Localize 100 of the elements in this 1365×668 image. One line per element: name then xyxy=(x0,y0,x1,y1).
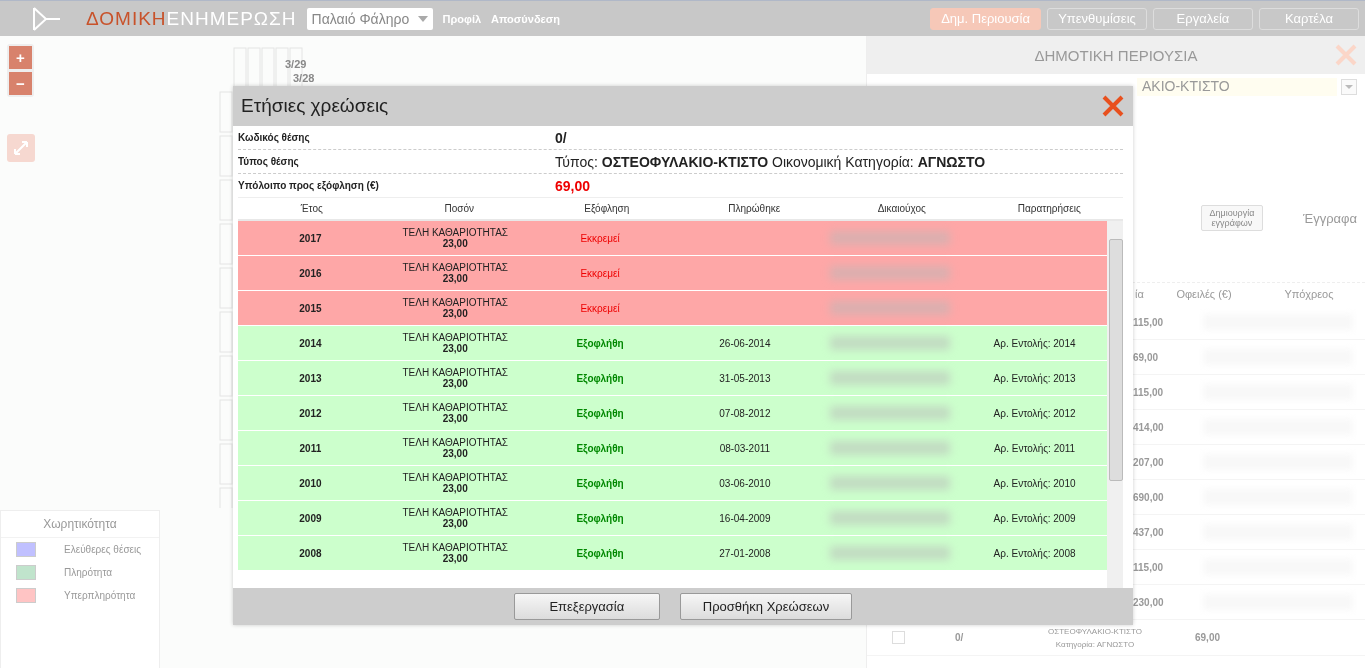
amount-cell: 23,00 xyxy=(442,378,468,389)
status-cell: Εκκρεμεί xyxy=(580,302,620,314)
amount-cell-text: 230,00 xyxy=(1133,596,1165,608)
status-cell: Εξοφλήθη xyxy=(576,512,624,524)
fee-type: ΤΕΛΗ ΚΑΘΑΡΙΟΤΗΤΑΣ xyxy=(402,227,509,238)
status-cell: Εξοφλήθη xyxy=(576,547,624,559)
field-label: Υπόλοιπο προς εξόφληση (€) xyxy=(238,180,380,191)
column-header: Δικαιούχος xyxy=(876,203,927,214)
year-cell-text: 2009 xyxy=(298,511,323,526)
area-select[interactable]: Παλαιό Φάληρο xyxy=(306,7,433,30)
fee-type: ΤΕΛΗ ΚΑΘΑΡΙΟΤΗΤΑΣ xyxy=(402,472,509,483)
year-cell-text: 2008 xyxy=(298,546,323,561)
amount-cell-text: 207,00 xyxy=(1133,456,1165,468)
amount-cell: 23,00 xyxy=(442,343,468,354)
date-cell: 31-05-2013 xyxy=(719,372,771,384)
date-cell: 07-08-2012 xyxy=(719,407,771,419)
close-icon[interactable] xyxy=(1102,95,1124,117)
notes-cell: Αρ. Εντολής: 2008 xyxy=(993,547,1076,559)
amount-cell: 23,00 xyxy=(442,518,468,529)
fee-type: ΤΕΛΗ ΚΑΘΑΡΙΟΤΗΤΑΣ xyxy=(402,262,509,273)
dialog-title: Ετήσιες χρεώσεις xyxy=(241,95,389,117)
legend-title: Χωρητικότητα xyxy=(1,511,159,538)
amount-cell-text: 414,00 xyxy=(1133,421,1165,433)
plot-label: 3/29 xyxy=(285,58,307,70)
column-header: Εξόφληση xyxy=(583,203,631,214)
amount-cell-text: 115,00 xyxy=(1133,316,1165,328)
dropdown-icon[interactable] xyxy=(1341,79,1357,95)
fee-type: ΤΕΛΗ ΚΑΘΑΡΙΟΤΗΤΑΣ xyxy=(402,437,509,448)
legend-label: Πληρότητα xyxy=(64,567,112,578)
create-documents-button[interactable]: Δημιουργία εγγράφων xyxy=(1200,205,1263,231)
fee-type: ΤΕΛΗ ΚΑΘΑΡΙΟΤΗΤΑΣ xyxy=(402,332,509,343)
notes-cell: Αρ. Εντολής: 2012 xyxy=(993,407,1076,419)
column-header: Υπόχρεος xyxy=(1283,288,1335,300)
year-cell-text: 2017 xyxy=(298,231,323,246)
column-header: Πληρώθηκε xyxy=(727,203,782,214)
field-value: 0/ xyxy=(555,129,567,146)
year-cell-text: 2014 xyxy=(298,336,323,351)
status-cell: Εκκρεμεί xyxy=(580,232,620,244)
column-header: Ποσόν xyxy=(443,203,475,214)
status-cell: Εκκρεμεί xyxy=(580,267,620,279)
field-label: Τύπος θέσης xyxy=(238,156,300,167)
notes-cell: Αρ. Εντολής: 2014 xyxy=(993,337,1076,349)
amount-cell: 23,00 xyxy=(442,308,468,319)
notes-cell: Αρ. Εντολής: 2011 xyxy=(993,442,1076,454)
field-value: Τύπος: ΟΣΤΕΟΦΥΛΑΚΙΟ-ΚΤΙΣΤΟ Οικονομική Κατηγορία: ΑΓΝΩΣΤΟ xyxy=(555,153,986,170)
amount-cell: 23,00 xyxy=(442,273,468,284)
row-checkbox[interactable] xyxy=(892,631,905,644)
status-cell: Εξοφλήθη xyxy=(576,442,624,454)
year-cell-text: 2015 xyxy=(298,301,323,316)
scrollbar[interactable] xyxy=(1107,221,1123,588)
type-select[interactable]: ΑΚΙΟ-ΚΤΙΣΤΟ xyxy=(1137,78,1337,96)
dialog-button[interactable]: Επεξεργασία xyxy=(513,593,660,620)
amount-cell-text: 690,00 xyxy=(1133,491,1165,503)
status-cell: Εξοφλήθη xyxy=(576,372,624,384)
panel-title: ΔΗΜΟΤΙΚΗ ΠΕΡΙΟΥΣΙΑ xyxy=(1034,46,1198,64)
amount-cell-text: 437,00 xyxy=(1133,526,1165,538)
date-cell: 27-01-2008 xyxy=(719,547,771,559)
notes-cell: Αρ. Εντολής: 2010 xyxy=(993,477,1076,489)
dialog-button[interactable]: Προσθήκη Χρεώσεων xyxy=(679,593,853,620)
date-cell: 26-06-2014 xyxy=(719,337,771,349)
fee-type: ΤΕΛΗ ΚΑΘΑΡΙΟΤΗΤΑΣ xyxy=(402,297,509,308)
column-header: Έτος xyxy=(299,203,324,214)
fee-type: ΤΕΛΗ ΚΑΘΑΡΙΟΤΗΤΑΣ xyxy=(402,542,509,553)
status-cell: Εξοφλήθη xyxy=(576,407,624,419)
caret-icon xyxy=(417,15,428,22)
amount-cell-text: 115,00 xyxy=(1133,561,1165,573)
year-cell-text: 2013 xyxy=(298,371,323,386)
fee-type: ΤΕΛΗ ΚΑΘΑΡΙΟΤΗΤΑΣ xyxy=(402,367,509,378)
plot-label: 3/28 xyxy=(293,72,315,84)
status-cell: Εξοφλήθη xyxy=(576,337,624,349)
zoom-button[interactable]: − xyxy=(9,72,32,95)
expand-icon[interactable] xyxy=(7,134,35,162)
date-cell: 08-03-2011 xyxy=(719,442,771,454)
plot-code: 0/ xyxy=(955,632,965,643)
year-cell-text: 2011 xyxy=(298,441,323,456)
year-cell-text: 2010 xyxy=(298,476,323,491)
legend-label: Ελεύθερες θέσεις xyxy=(64,544,142,555)
date-cell: 16-04-2009 xyxy=(719,512,771,524)
column-header: Οφειλές (€) xyxy=(1175,288,1233,300)
notes-cell: Αρ. Εντολής: 2013 xyxy=(993,372,1076,384)
column-header: ία xyxy=(1135,288,1145,300)
logo-icon xyxy=(32,6,62,31)
date-cell: 03-06-2010 xyxy=(719,477,771,489)
amount-cell: 23,00 xyxy=(442,553,468,564)
amount-cell-text: 115,00 xyxy=(1133,386,1165,398)
nav-button[interactable]: Δημ. Περιουσία xyxy=(930,7,1041,30)
status-cell: Εξοφλήθη xyxy=(576,477,624,489)
fee-type: ΤΕΛΗ ΚΑΘΑΡΙΟΤΗΤΑΣ xyxy=(402,507,509,518)
field-label: Κωδικός θέσης xyxy=(238,132,311,143)
zoom-button[interactable]: + xyxy=(9,46,32,69)
amount-cell: 23,00 xyxy=(442,238,468,249)
documents-label: Έγγραφα xyxy=(1302,210,1357,226)
column-header: Παρατηρήσεις xyxy=(1016,203,1082,214)
year-cell-text: 2012 xyxy=(298,406,323,421)
plot-type: ΟΣΤΕΟΦΥΛΑΚΙΟ-ΚΤΙΣΤΟ xyxy=(1048,626,1142,636)
year-cell-text: 2016 xyxy=(298,266,323,281)
notes-cell: Αρ. Εντολής: 2009 xyxy=(993,512,1076,524)
fee-type: ΤΕΛΗ ΚΑΘΑΡΙΟΤΗΤΑΣ xyxy=(402,402,509,413)
legend-label: Υπερπληρότητα xyxy=(64,590,136,601)
amount-cell: 23,00 xyxy=(442,448,468,459)
